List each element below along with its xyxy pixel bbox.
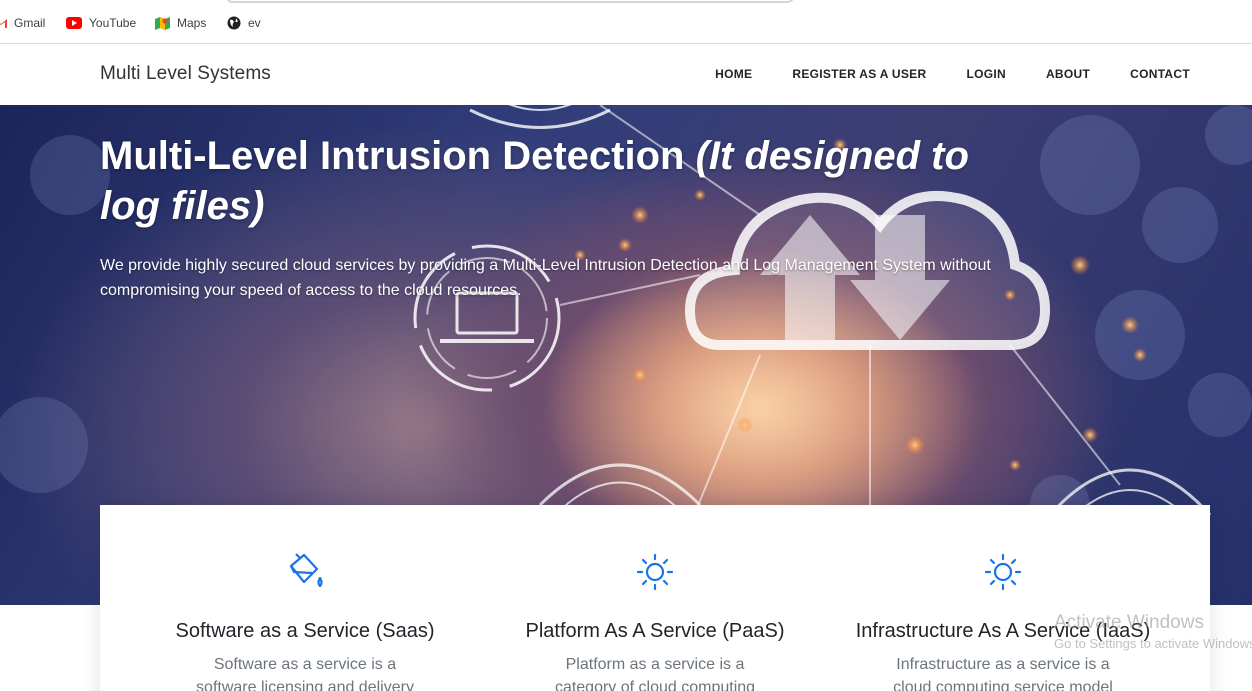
service-iaas: Infrastructure As A Service (IaaS) Infra… [818,505,1188,691]
bookmark-youtube[interactable]: YouTube [66,13,136,33]
nav-contact[interactable]: CONTACT [1130,67,1190,81]
hero-title-main: Multi-Level Intrusion Detection [100,134,685,178]
nav-login[interactable]: LOGIN [966,67,1006,81]
service-title: Software as a Service (Saas) [175,620,435,642]
youtube-icon [66,17,82,29]
service-saas: Software as a Service (Saas) Software as… [120,505,490,691]
activate-windows-watermark: Activate Windows Go to Settings to activ… [1054,612,1252,651]
services-section: Software as a Service (Saas) Software as… [100,505,1210,691]
bookmark-label: ev [248,16,261,30]
service-paas: Platform As A Service (PaaS) Platform as… [470,505,840,691]
sun-icon [636,553,674,591]
hero-description: We provide highly secured cloud services… [100,257,991,299]
service-description: Infrastructure as a service is a cloud c… [893,656,1113,691]
address-bar-edge [225,0,795,3]
globe-icon [227,16,241,30]
service-description: Software as a service is a software lice… [196,656,414,691]
watermark-line-2: Go to Settings to activate Windows. [1054,636,1252,651]
hero-title: Multi-Level Intrusion Detection (It desi… [100,131,1000,231]
bookmarks-bar: Gmail YouTube Maps ev [0,0,1252,44]
watermark-line-1: Activate Windows [1054,612,1204,633]
service-description: Platform as a service is a category of c… [554,656,756,691]
paint-bucket-icon [289,553,323,588]
brand-logo[interactable]: Multi Level Systems [100,63,271,85]
bookmark-label: Maps [177,16,207,30]
nav-about[interactable]: ABOUT [1046,67,1090,81]
bookmark-gmail[interactable]: Gmail [0,13,45,33]
nav-register[interactable]: REGISTER AS A USER [792,67,926,81]
sun-icon [984,553,1022,591]
bookmark-label: YouTube [89,16,137,30]
gmail-icon [0,19,7,28]
bookmark-label: Gmail [14,16,46,30]
nav-links: HOME REGISTER AS A USER LOGIN ABOUT CONT… [715,67,1190,81]
site-navbar: Multi Level Systems HOME REGISTER AS A U… [0,44,1252,105]
bookmark-ev[interactable]: ev [227,13,261,33]
bookmark-maps[interactable]: Maps [155,13,206,33]
maps-icon [155,16,170,30]
service-title: Platform As A Service (PaaS) [525,620,785,642]
nav-home[interactable]: HOME [715,67,752,81]
